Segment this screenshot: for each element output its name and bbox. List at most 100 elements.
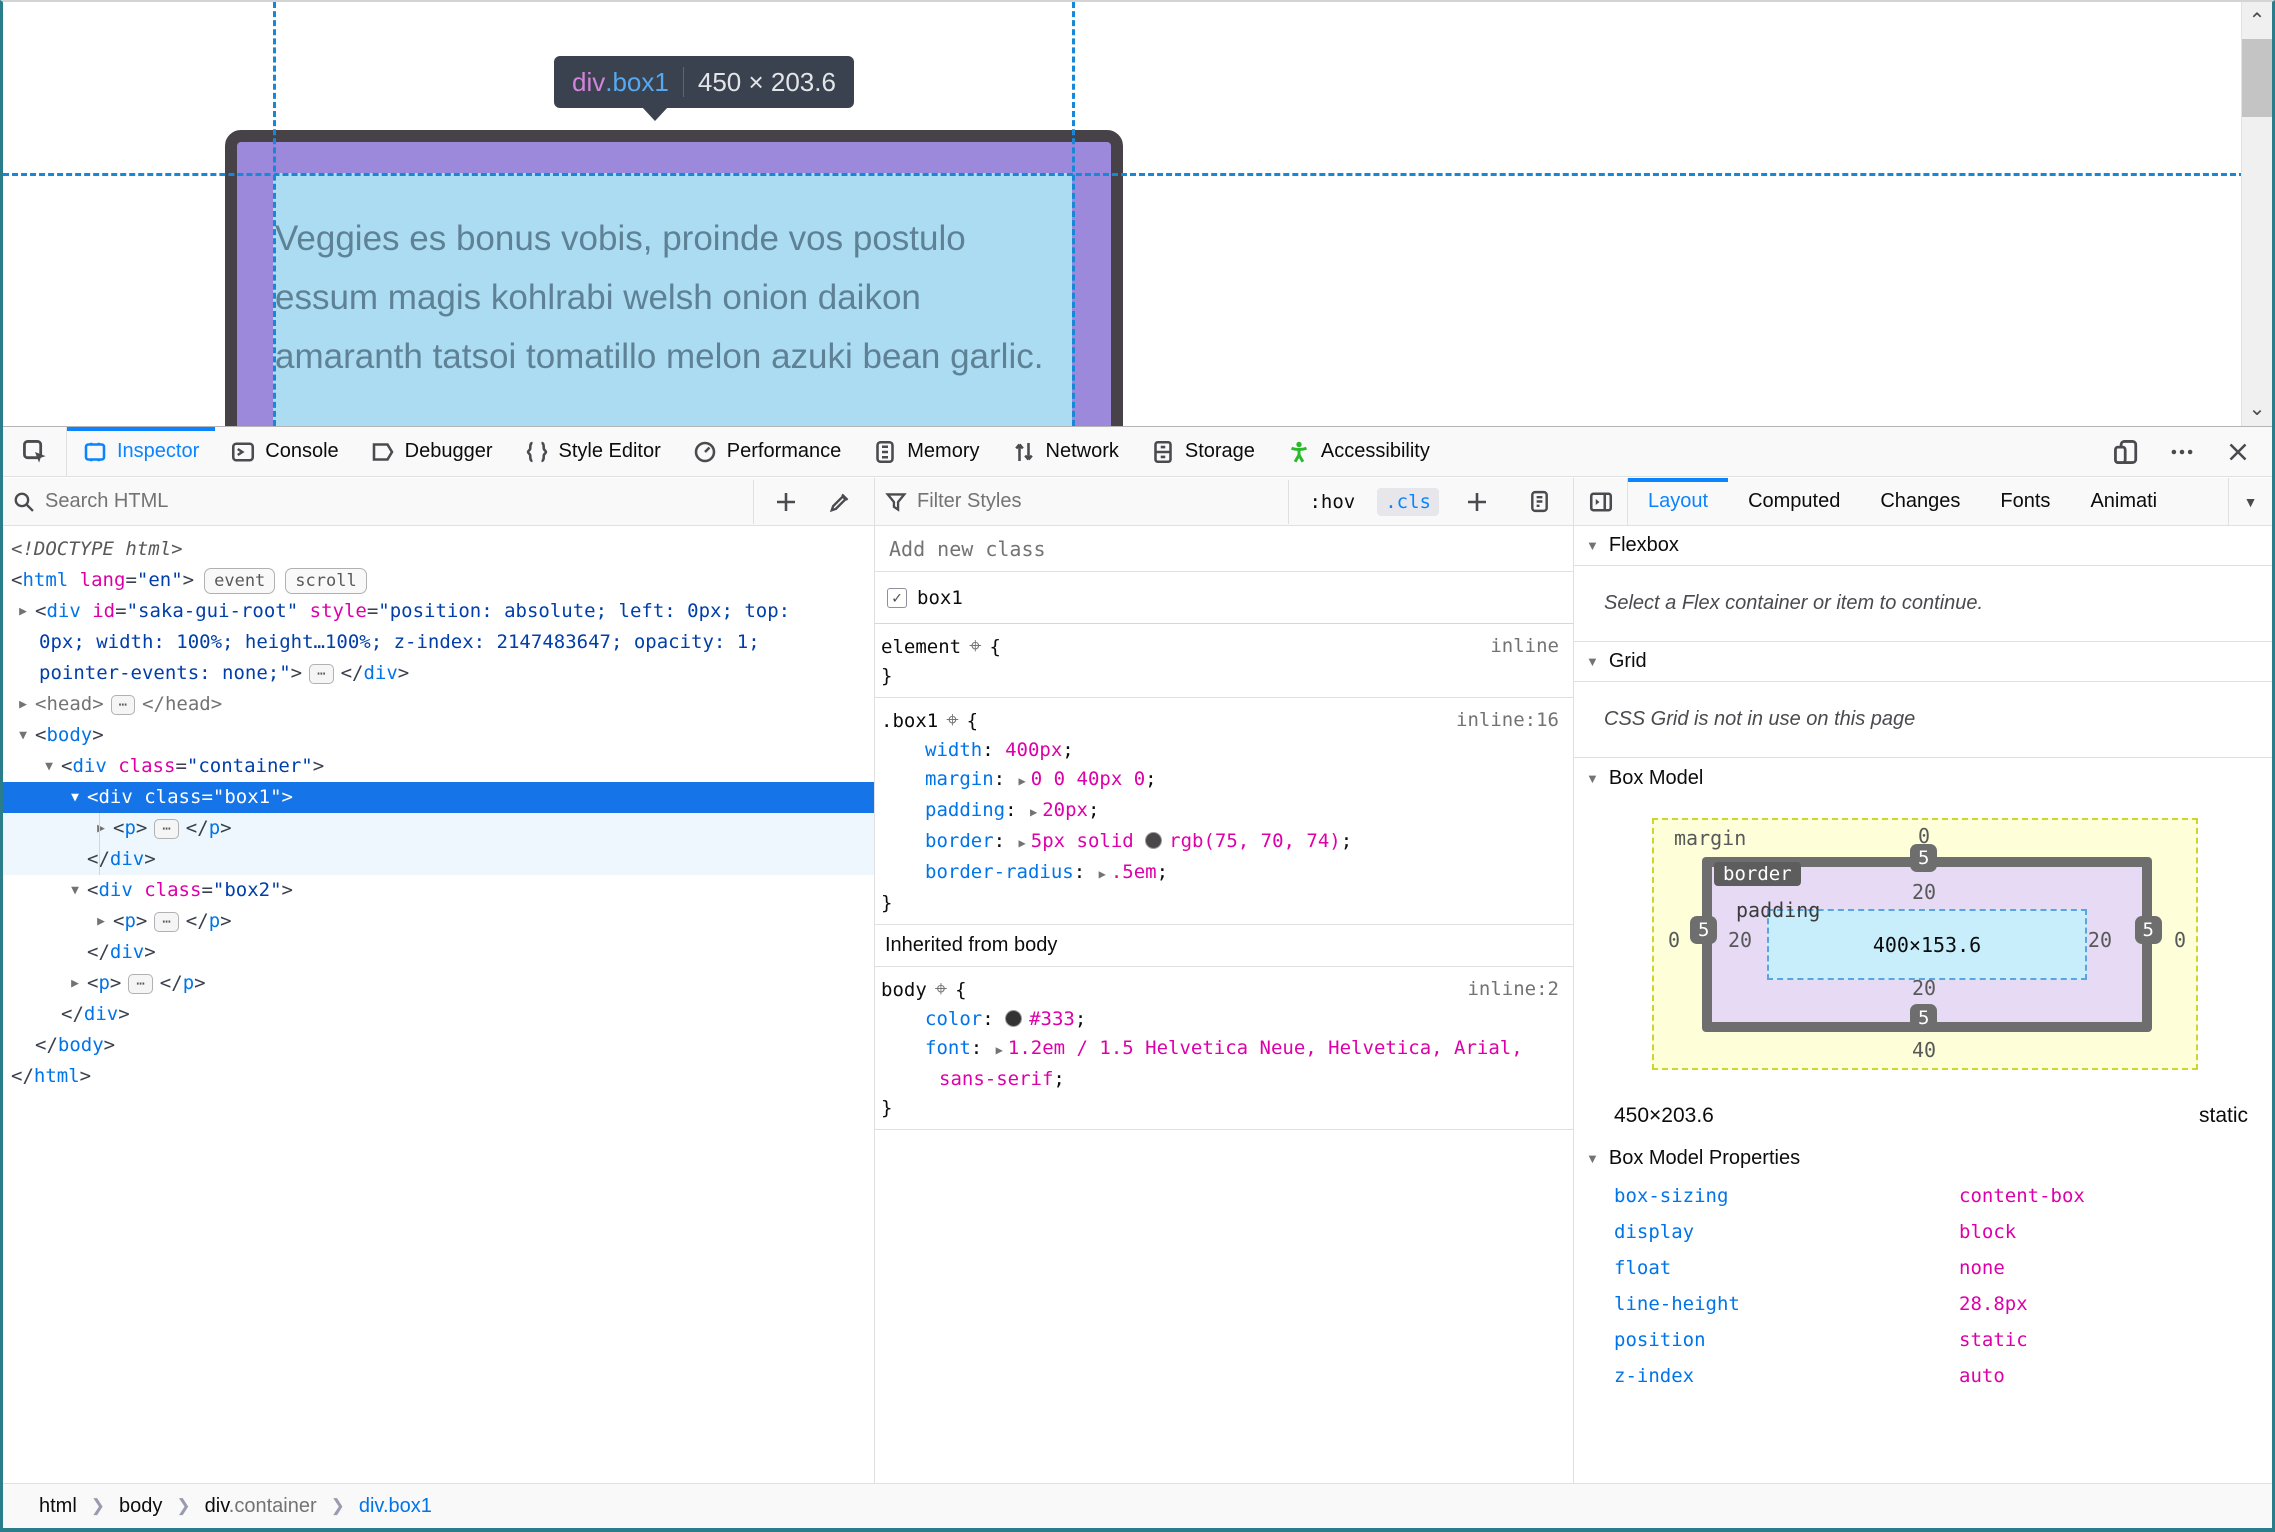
css-declaration[interactable]: color: #333; [881,1005,1573,1034]
markup-node-row[interactable]: ▼ < div class = "box2" > [3,875,874,906]
tab-memory[interactable]: Memory [857,427,995,476]
markup-node-row[interactable]: </body > [3,1030,874,1061]
css-declaration[interactable]: margin: ▶ 0 0 40px 0; [881,765,1573,796]
close-devtools-button[interactable] [2214,430,2262,474]
rule-selector[interactable]: element [881,636,961,658]
expand-property-icon[interactable]: ▶ [996,1043,1003,1057]
add-new-class-input[interactable]: Add new class [875,526,1573,572]
page-scrollbar[interactable]: ⌃ ⌄ [2241,2,2272,426]
markup-node-row[interactable]: ▼ < div class = "container" > [3,751,874,782]
css-declaration[interactable]: padding: ▶ 20px; [881,796,1573,827]
tab-animations[interactable]: Animati [2070,478,2157,525]
rule-source-link[interactable]: inline [1490,632,1559,661]
expand-property-icon[interactable]: ▶ [1019,774,1026,788]
border-bottom-value[interactable]: 5 [1910,1004,1938,1032]
filter-styles-input[interactable]: Filter Styles [917,490,1021,513]
search-html-input[interactable]: Search HTML [45,490,168,513]
color-swatch[interactable] [1005,1010,1023,1027]
css-rule-element[interactable]: inline element ⌖{} [875,624,1573,698]
css-declaration[interactable]: border: ▶ 5px solid rgb(75, 70, 74); [881,827,1573,858]
expand-property-icon[interactable]: ▶ [1019,836,1026,850]
class-toggle-row[interactable]: ✓ box1 [875,572,1573,624]
tab-storage[interactable]: Storage [1135,427,1271,476]
markup-node-row[interactable]: </div > [3,999,874,1030]
markup-node-row[interactable]: </div > [3,844,874,875]
markup-node-row[interactable]: ▶ < p > ⋯ </p > [3,813,874,844]
margin-left-value[interactable]: 0 [1668,928,1680,952]
markup-node-row[interactable]: ▶ < div id = "saka-gui-root" style = "position… [3,596,874,627]
scroll-badge[interactable]: scroll [285,567,367,594]
tab-performance[interactable]: Performance [677,427,858,476]
css-rule-box1[interactable]: inline:16 .box1 ⌖{width: 400px; margin: ▶ 0 … [875,698,1573,925]
flexbox-section-header[interactable]: ▼ Flexbox [1574,526,2272,566]
print-simulation-button[interactable] [1515,480,1563,524]
collapsed-children-icon[interactable]: ⋯ [154,818,179,839]
expand-property-icon[interactable]: ▶ [1099,867,1106,881]
expand-twisty-icon[interactable]: ▼ [63,875,87,906]
markup-node-row[interactable]: ▶ <head> ⋯ </head> [3,689,874,720]
padding-bottom-value[interactable]: 20 [1912,976,1936,1000]
breadcrumb-item-div[interactable]: div.container [205,1495,317,1518]
tab-console[interactable]: Console [215,427,354,476]
tab-computed[interactable]: Computed [1728,478,1860,525]
eyedropper-button[interactable] [816,480,864,524]
border-right-value[interactable]: 5 [2134,916,2162,944]
grid-section-header[interactable]: ▼ Grid [1574,642,2272,682]
css-declaration[interactable]: border-radius: ▶ .5em; [881,858,1573,889]
margin-bottom-value[interactable]: 40 [1912,1038,1936,1062]
collapsed-children-icon[interactable]: ⋯ [110,694,136,715]
box-model-property-display[interactable]: display block [1574,1214,2272,1250]
markup-node-row[interactable]: ▼ < body > [3,720,874,751]
class-toggle[interactable]: .cls [1377,487,1439,516]
markup-node-row[interactable]: pointer-events: none;" > ⋯ </div > [3,658,874,689]
markup-node-row[interactable]: ▶ < p > ⋯ </p > [3,906,874,937]
breadcrumb-item-html[interactable]: html [39,1495,77,1518]
padding-top-value[interactable]: 20 [1912,880,1936,904]
event-badge[interactable]: event [204,567,276,594]
markup-node-row[interactable]: </div > [3,937,874,968]
tab-debugger[interactable]: Debugger [355,427,509,476]
border-left-value[interactable]: 5 [1690,916,1718,944]
tab-accessibility[interactable]: Accessibility [1271,427,1446,476]
box-model-property-float[interactable]: float none [1574,1250,2272,1286]
markup-node-row[interactable]: 0px; width: 100%; height…100%; z-index: … [3,627,874,658]
scroll-down-icon[interactable]: ⌄ [2242,394,2272,424]
rule-source-link[interactable]: inline:16 [1456,706,1559,735]
pick-element-button[interactable] [3,427,67,476]
box-model-property-box-sizing[interactable]: box-sizing content-box [1574,1178,2272,1214]
rule-selector[interactable]: body [881,979,927,1001]
box-model-property-z-index[interactable]: z-index auto [1574,1358,2272,1394]
markup-node-row[interactable]: < html lang = "en" > event scroll [3,565,874,596]
tab-layout[interactable]: Layout [1628,478,1729,525]
expand-twisty-icon[interactable]: ▼ [37,751,61,782]
border-top-value[interactable]: 5 [1910,844,1938,872]
tab-changes[interactable]: Changes [1860,478,1980,525]
markup-node-row[interactable]: ▶ < p > ⋯ </p > [3,968,874,999]
selector-highlighter-icon[interactable]: ⌖ [935,977,947,1002]
selector-highlighter-icon[interactable]: ⌖ [946,708,958,733]
margin-right-value[interactable]: 0 [2174,928,2186,952]
expand-twisty-icon[interactable]: ▼ [11,720,35,751]
collapsed-children-icon[interactable]: ⋯ [309,663,334,684]
scroll-up-icon[interactable]: ⌃ [2242,6,2272,36]
add-rule-button[interactable] [1453,480,1501,524]
padding-right-value[interactable]: 20 [2088,928,2112,952]
tab-style-editor[interactable]: Style Editor [509,427,677,476]
tab-fonts[interactable]: Fonts [1980,478,2070,525]
all-tabs-menu-button[interactable]: ▼ [2228,478,2272,525]
expand-twisty-icon[interactable]: ▼ [63,782,87,813]
collapsed-children-icon[interactable]: ⋯ [128,973,153,994]
box-model-properties-header[interactable]: ▼ Box Model Properties [1574,1138,2272,1178]
markup-node-row[interactable]: </html > [3,1061,874,1092]
breadcrumb-item-body[interactable]: body [119,1495,162,1518]
rule-source-link[interactable]: inline:2 [1467,975,1559,1004]
collapsed-children-icon[interactable]: ⋯ [154,911,179,932]
padding-left-value[interactable]: 20 [1728,928,1752,952]
box-model-section-header[interactable]: ▼ Box Model [1574,758,2272,798]
tab-inspector[interactable]: Inspector [67,427,216,476]
markup-node-row[interactable]: <!DOCTYPE html> [3,534,874,565]
pseudo-class-toggle[interactable]: :hov [1301,488,1363,516]
css-declaration[interactable]: font: ▶ 1.2em / 1.5 Helvetica Neue, Helve… [881,1034,1573,1094]
breadcrumb-item-div-box1[interactable]: div.box1 [359,1495,432,1518]
devtools-menu-button[interactable] [2158,430,2206,474]
